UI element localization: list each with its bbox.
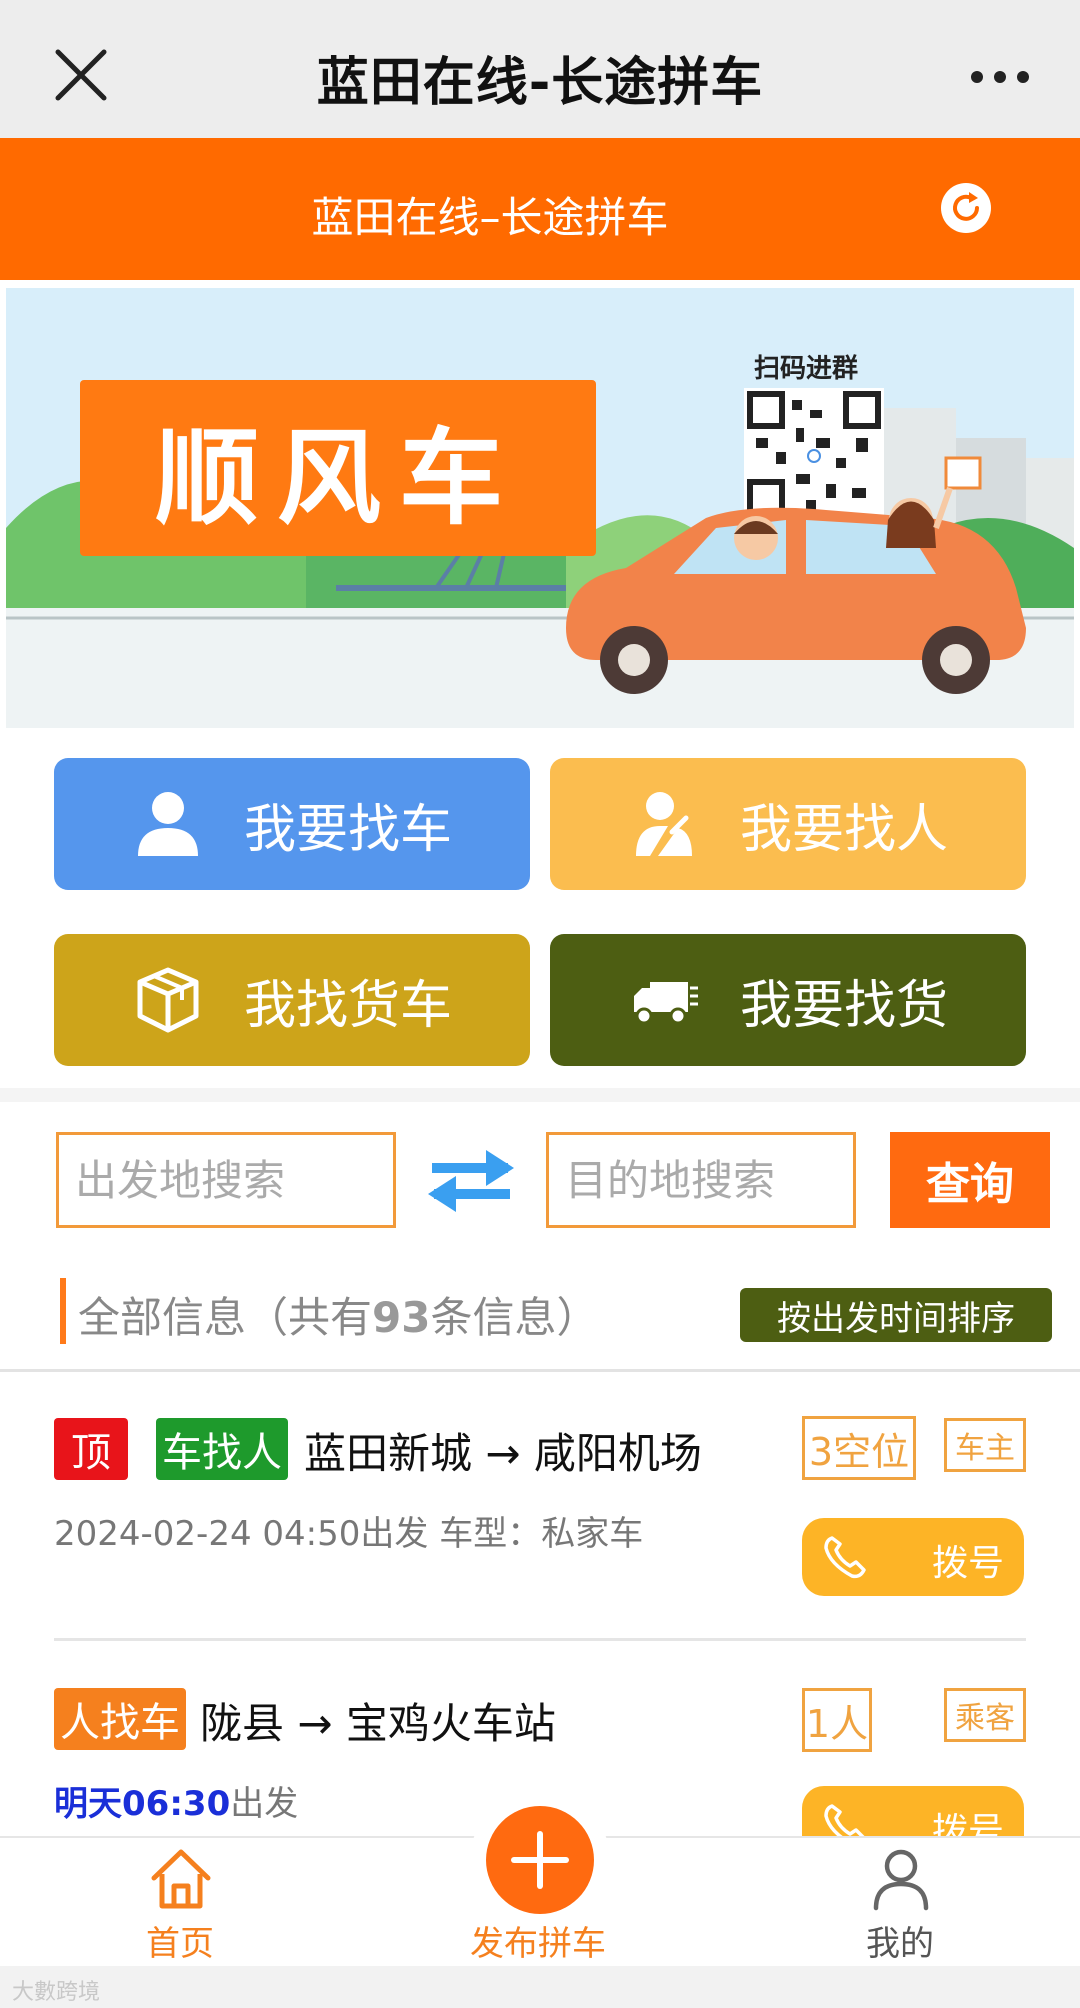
page: 蓝田在线-长途拼车 蓝田在线–长途拼车 顺风车 扫码进群 我要找车 我要找人 我… <box>0 0 1080 2008</box>
departure-suffix: 出发 <box>230 1784 299 1824</box>
app-header: 蓝田在线–长途拼车 <box>0 138 1080 280</box>
find-goods-button[interactable]: 我要找货 <box>550 934 1026 1066</box>
tab-home-label: 首页 <box>146 1924 214 1964</box>
type-tag: 人找车 <box>54 1688 186 1750</box>
tab-post-label: 发布拼车 <box>470 1924 606 1964</box>
section-divider <box>0 1088 1080 1102</box>
find-person-label: 我要找人 <box>740 799 949 860</box>
swap-icon[interactable] <box>424 1148 518 1214</box>
find-truck-button[interactable]: 我找货车 <box>54 934 530 1066</box>
profile-icon <box>873 1849 929 1911</box>
route-text: 陇县 → 宝鸡火车站 <box>200 1699 556 1748</box>
find-goods-label: 我要找货 <box>740 975 949 1036</box>
app-title: 蓝田在线–长途拼车 <box>311 193 669 242</box>
info-accent-bar <box>60 1278 66 1344</box>
seat-badge: 3空位 <box>802 1416 916 1480</box>
departure-meta: 明天06:30出发 <box>54 1776 298 1825</box>
info-count-title: 全部信息（共有93条信息） <box>78 1284 598 1345</box>
find-car-label: 我要找车 <box>244 799 453 860</box>
role-badge: 车主 <box>944 1418 1026 1472</box>
footer-strip <box>0 1966 1080 2008</box>
list-item-divider <box>54 1638 1026 1641</box>
home-icon <box>151 1849 211 1909</box>
info-title-prefix: 全部信息（共有 <box>78 1293 373 1342</box>
tab-mine-label: 我的 <box>866 1924 934 1964</box>
box-icon <box>137 967 199 1033</box>
user-icon <box>138 792 198 856</box>
wechat-title-bar: 蓝田在线-长途拼车 <box>0 0 1080 138</box>
departure-search-input[interactable] <box>59 1135 393 1225</box>
promo-banner[interactable]: 顺风车 扫码进群 <box>6 288 1074 728</box>
list-divider <box>0 1369 1080 1372</box>
dial-button[interactable]: 拨号 <box>802 1518 1024 1596</box>
qr-label: 扫码进群 <box>754 354 859 384</box>
destination-search-input[interactable] <box>549 1135 853 1225</box>
destination-search-box <box>546 1132 856 1228</box>
query-button[interactable]: 查询 <box>890 1132 1050 1228</box>
driver-icon <box>636 792 692 856</box>
more-icon[interactable] <box>970 70 1030 84</box>
seat-badge: 1人 <box>802 1688 872 1752</box>
phone-icon <box>824 1536 866 1579</box>
role-badge: 乘客 <box>944 1688 1026 1742</box>
watermark: 大數跨境 <box>12 1980 101 2005</box>
departure-search-box <box>56 1132 396 1228</box>
refresh-icon[interactable] <box>940 182 992 234</box>
info-count: 93 <box>372 1293 431 1342</box>
departure-meta: 2024-02-24 04:50出发 车型：私家车 <box>54 1514 644 1554</box>
tab-mine[interactable]: 我的 <box>790 1836 1010 1966</box>
find-car-button[interactable]: 我要找车 <box>54 758 530 890</box>
tab-post[interactable]: 发布拼车 <box>428 1836 648 1966</box>
find-truck-label: 我找货车 <box>244 975 453 1036</box>
dial-label: 拨号 <box>931 1543 1004 1584</box>
tab-home[interactable]: 首页 <box>70 1836 290 1966</box>
banner-headline: 顺风车 <box>80 380 596 556</box>
info-title-suffix: 条信息） <box>430 1293 599 1342</box>
wechat-title: 蓝田在线-长途拼车 <box>316 53 764 113</box>
type-tag: 车找人 <box>156 1418 288 1480</box>
pinned-tag: 顶 <box>54 1418 128 1480</box>
sort-by-time-button[interactable]: 按出发时间排序 <box>740 1288 1052 1342</box>
route-text: 蓝田新城 → 咸阳机场 <box>304 1429 702 1478</box>
departure-time: 明天06:30 <box>54 1784 231 1824</box>
truck-icon <box>634 982 698 1025</box>
find-person-button[interactable]: 我要找人 <box>550 758 1026 890</box>
